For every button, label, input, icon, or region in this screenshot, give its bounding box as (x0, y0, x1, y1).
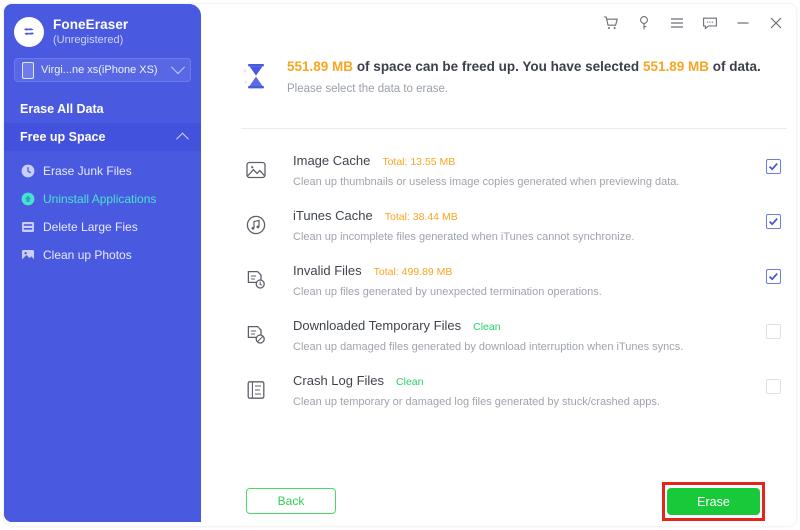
list-icon (20, 220, 35, 235)
list-item[interactable]: Image Cache Total: 13.55 MB Clean up thu… (241, 144, 787, 199)
sidebar: FoneEraser (Unregistered) Virgi...ne xs(… (4, 4, 201, 522)
banner-divider (241, 128, 787, 129)
list-item-total: Total: 13.55 MB (382, 156, 456, 168)
photo-icon (20, 248, 35, 263)
list-item-description: Clean up thumbnails or useless image cop… (293, 176, 680, 188)
back-button[interactable]: Back (246, 488, 336, 514)
banner-subtitle: Please select the data to erase. (287, 82, 449, 95)
phone-icon (22, 61, 34, 79)
list-item-status: Clean (473, 321, 501, 333)
document-list-icon (241, 375, 271, 405)
sidebar-item-label: Clean up Photos (43, 248, 132, 262)
sidebar-section-label: Erase All Data (20, 102, 104, 116)
list-item-checkbox[interactable] (766, 269, 781, 284)
brand-header: FoneEraser (Unregistered) (4, 4, 201, 47)
sidebar-item-label: Erase Junk Files (43, 164, 132, 178)
uninstall-icon (20, 192, 35, 207)
music-note-icon (241, 210, 271, 240)
list-item-description: Clean up incomplete files generated when… (293, 231, 635, 243)
minimize-icon[interactable] (734, 14, 751, 31)
hourglass-icon (239, 58, 273, 94)
list-item[interactable]: Crash Log Files Clean Clean up temporary… (241, 364, 787, 419)
brand-name: FoneEraser (53, 17, 129, 33)
sidebar-item-label: Uninstall Applications (43, 192, 157, 206)
sidebar-item-label: Delete Large Fies (43, 220, 138, 234)
foneeraser-logo-icon (14, 17, 44, 47)
list-item-checkbox[interactable] (766, 379, 781, 394)
list-item-title: Downloaded Temporary Files (293, 318, 462, 333)
cleanup-items-list: Image Cache Total: 13.55 MB Clean up thu… (241, 144, 787, 419)
caret-up-icon (176, 132, 189, 145)
list-item-total: Total: 499.89 MB (373, 266, 453, 278)
chat-icon[interactable] (701, 14, 718, 31)
banner-title: 551.89 MB of space can be freed up. You … (287, 58, 761, 76)
list-item-title: Image Cache (293, 153, 371, 168)
chevron-down-icon (170, 60, 186, 75)
list-item[interactable]: iTunes Cache Total: 38.44 MB Clean up in… (241, 199, 787, 254)
list-item-title: Invalid Files (293, 263, 362, 278)
device-label: Virgi...ne xs(iPhone XS) (41, 64, 158, 76)
list-item-title: iTunes Cache (293, 208, 373, 223)
list-item-title: Crash Log Files (293, 373, 385, 388)
erase-button-highlight: Erase (662, 482, 765, 521)
list-item-checkbox[interactable] (766, 214, 781, 229)
list-item-checkbox[interactable] (766, 159, 781, 174)
banner-text-part1: of space can be freed up. You have selec… (356, 59, 640, 74)
sidebar-section-free-up-space[interactable]: Free up Space (4, 123, 201, 151)
titlebar-controls (602, 14, 784, 31)
list-item[interactable]: Invalid Files Total: 499.89 MB Clean up … (241, 254, 787, 309)
menu-icon[interactable] (668, 14, 685, 31)
sidebar-item-delete-large-files[interactable]: Delete Large Fies (4, 213, 201, 241)
erase-button[interactable]: Erase (667, 488, 760, 515)
file-clock-icon (241, 265, 271, 295)
file-blocked-icon (241, 320, 271, 350)
list-item-checkbox[interactable] (766, 324, 781, 339)
sidebar-item-uninstall-applications[interactable]: Uninstall Applications (4, 185, 201, 213)
list-item-description: Clean up damaged files generated by down… (293, 341, 684, 353)
list-item-description: Clean up temporary or damaged log files … (293, 396, 660, 408)
list-item-description: Clean up files generated by unexpected t… (293, 286, 602, 298)
clock-icon (20, 164, 35, 179)
image-icon (241, 155, 271, 185)
close-icon[interactable] (767, 14, 784, 31)
list-item[interactable]: Downloaded Temporary Files Clean Clean u… (241, 309, 787, 364)
brand-status: (Unregistered) (53, 33, 124, 46)
app-window: FoneEraser (Unregistered) Virgi...ne xs(… (0, 0, 800, 530)
sidebar-section-erase-all-data[interactable]: Erase All Data (4, 95, 201, 123)
key-icon[interactable] (635, 14, 652, 31)
list-item-total: Total: 38.44 MB (384, 211, 458, 223)
cart-icon[interactable] (602, 14, 619, 31)
device-selector[interactable]: Virgi...ne xs(iPhone XS) (14, 58, 191, 82)
list-item-status: Clean (396, 376, 424, 388)
summary-banner: 551.89 MB of space can be freed up. You … (239, 56, 782, 95)
sidebar-section-label: Free up Space (20, 130, 106, 144)
sidebar-item-erase-junk-files[interactable]: Erase Junk Files (4, 157, 201, 185)
banner-text-part2: of data. (712, 59, 761, 74)
sidebar-item-clean-up-photos[interactable]: Clean up Photos (4, 241, 201, 269)
freeable-size: 551.89 MB (287, 59, 354, 74)
selected-size: 551.89 MB (642, 59, 709, 74)
main-panel: 551.89 MB of space can be freed up. You … (201, 4, 796, 522)
